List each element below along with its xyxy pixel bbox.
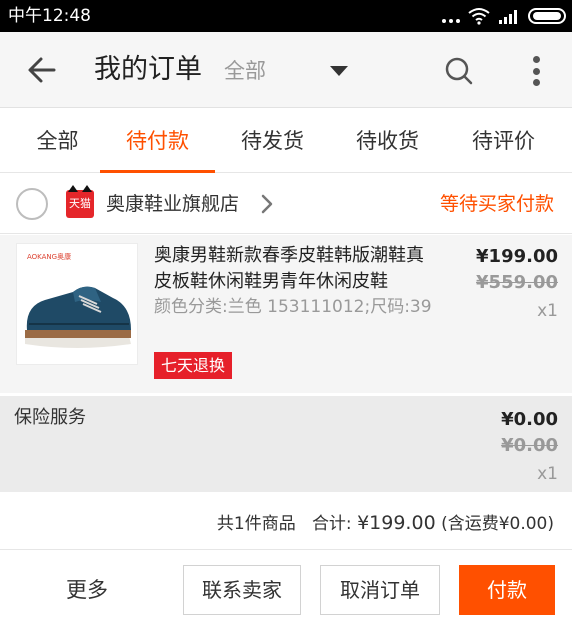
- item-count: 共1件商品: [216, 514, 296, 534]
- order-tabs: 全部 待付款 待发货 待收货 待评价: [0, 109, 572, 173]
- notification-dots-icon: [442, 9, 460, 23]
- tmall-logo: 天猫: [66, 185, 94, 218]
- shop-name[interactable]: 奥康鞋业旗舰店: [106, 190, 239, 218]
- order-summary: 共1件商品 合计: ¥199.00 (含运费¥0.00): [0, 492, 572, 550]
- insurance-original-price: ¥0.00: [501, 435, 558, 456]
- nav-bar: 我的订单 全部: [0, 32, 572, 108]
- tab-pending-receipt[interactable]: 待收货: [330, 109, 445, 173]
- product-item[interactable]: AOKANG奥康 奥康男鞋新款春季皮鞋韩版潮鞋真皮板鞋休闲鞋男青年休闲皮鞋 颜色…: [0, 235, 572, 393]
- signal-icon: [499, 10, 517, 24]
- shoe-picture: [25, 286, 131, 348]
- pay-button[interactable]: 付款: [459, 565, 555, 615]
- total-amount: 199.00: [369, 512, 436, 534]
- battery-icon: [528, 8, 566, 24]
- search-icon[interactable]: [444, 56, 474, 86]
- product-title[interactable]: 奥康男鞋新款春季皮鞋韩版潮鞋真皮板鞋休闲鞋男青年休闲皮鞋: [154, 243, 434, 295]
- back-arrow-icon[interactable]: [26, 54, 58, 86]
- order-total-line: 共1件商品 合计: ¥199.00 (含运费¥0.00): [217, 510, 554, 537]
- total-label: 合计:: [311, 514, 352, 534]
- status-bar: 中午12:48: [0, 0, 572, 32]
- insurance-quantity: x1: [537, 464, 558, 484]
- action-bar: 更多 联系卖家 取消订单 付款: [0, 551, 572, 631]
- product-original-price: ¥559.00: [476, 272, 558, 293]
- insurance-price: ¥0.00: [501, 409, 558, 430]
- more-button[interactable]: 更多: [66, 575, 108, 605]
- page-title: 我的订单: [94, 54, 202, 85]
- product-sku: 颜色分类:兰色 153111012;尺码:39: [154, 297, 432, 317]
- product-image[interactable]: AOKANG奥康: [16, 243, 138, 365]
- product-quantity: x1: [537, 301, 558, 321]
- tab-pending-payment[interactable]: 待付款: [100, 109, 215, 173]
- contact-seller-button[interactable]: 联系卖家: [183, 565, 301, 615]
- seven-day-return-badge: 七天退换: [154, 352, 233, 379]
- cancel-order-button[interactable]: 取消订单: [320, 565, 440, 615]
- currency-symbol: ¥: [357, 512, 370, 534]
- order-filter-label[interactable]: 全部: [224, 57, 266, 85]
- dropdown-caret-icon[interactable]: [330, 66, 348, 76]
- product-price: ¥199.00: [476, 246, 558, 267]
- more-vertical-icon[interactable]: [526, 54, 546, 88]
- select-order-checkbox[interactable]: [16, 188, 48, 220]
- order-screen: 中午12:48 我的订单 全部 全部 待付款 待发货 待收货 待评价 天猫 奥康…: [0, 0, 572, 631]
- insurance-item: 保险服务 ¥0.00 ¥0.00 x1: [0, 396, 572, 492]
- tab-all[interactable]: 全部: [0, 109, 115, 173]
- shipping-note: (含运费¥0.00): [441, 514, 554, 534]
- shop-header: 天猫 奥康鞋业旗舰店 等待买家付款: [0, 174, 572, 234]
- tab-pending-review[interactable]: 待评价: [446, 109, 561, 173]
- chevron-right-icon[interactable]: [258, 192, 276, 216]
- status-time: 中午12:48: [8, 6, 91, 26]
- tab-pending-shipment[interactable]: 待发货: [215, 109, 330, 173]
- status-icons: [442, 6, 566, 26]
- order-status: 等待买家付款: [439, 193, 554, 215]
- insurance-label: 保险服务: [14, 407, 86, 428]
- wifi-icon: [468, 8, 490, 25]
